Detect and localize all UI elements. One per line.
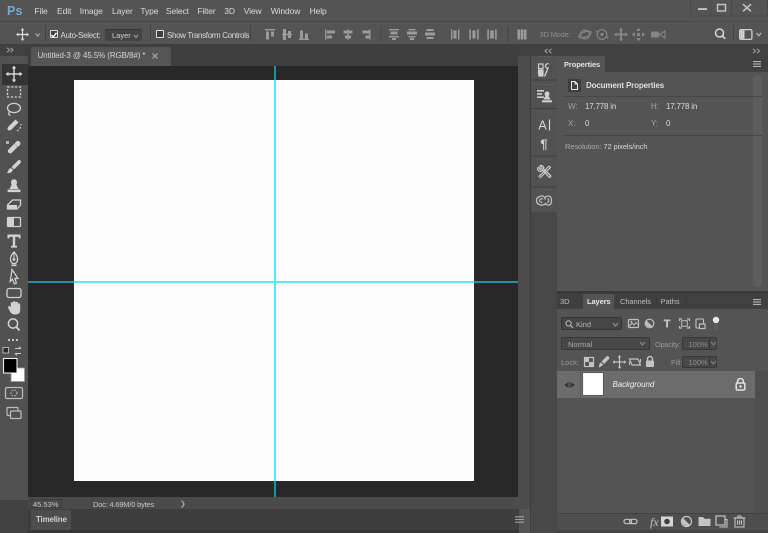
svg-text:fx: fx xyxy=(650,515,659,529)
svg-text:T: T xyxy=(664,319,670,330)
svg-text:¶: ¶ xyxy=(540,137,547,152)
svg-text:A: A xyxy=(538,119,547,133)
